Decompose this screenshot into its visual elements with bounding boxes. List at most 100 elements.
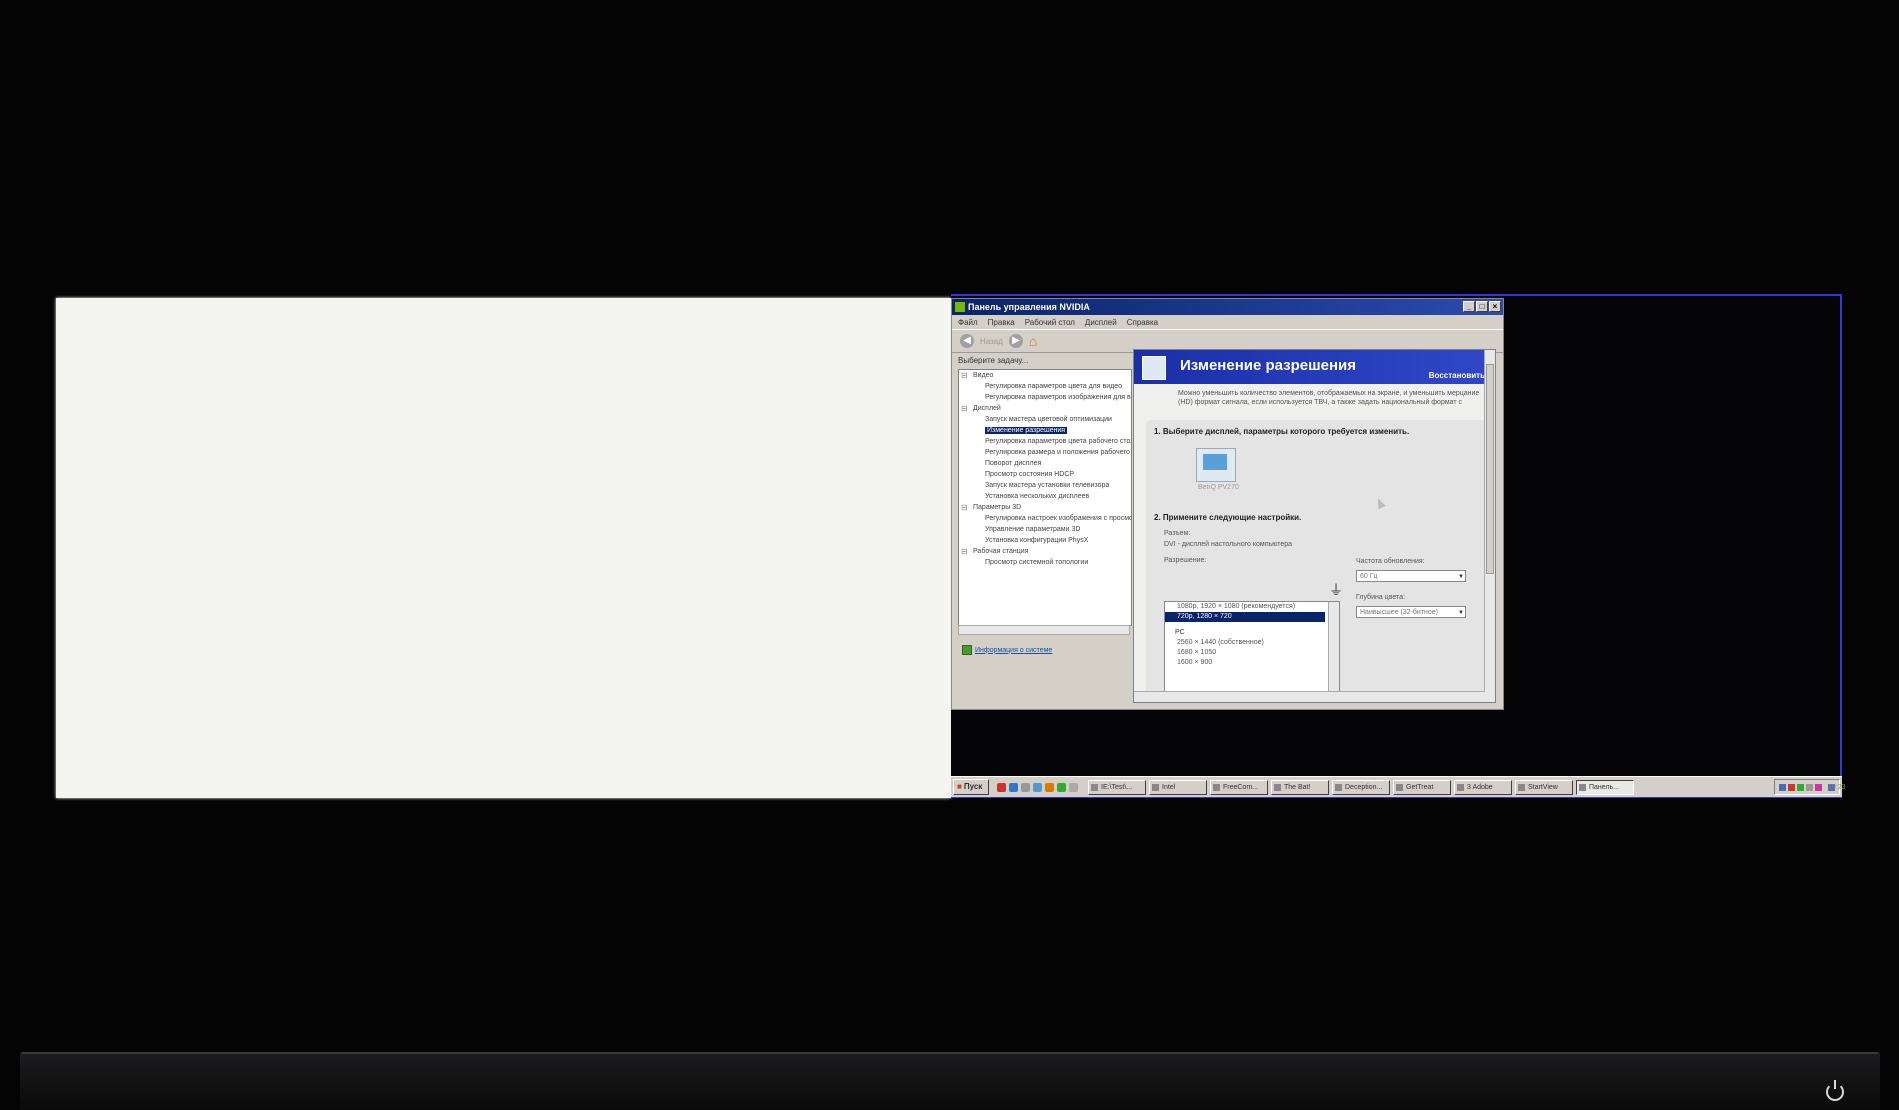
page-title: Изменение разрешения <box>1180 357 1357 374</box>
tree-item-label: Регулировка параметров цвета для видео <box>985 383 1122 390</box>
nvidia-control-panel-window: Панель управления NVIDIA _ □ × Файл Прав… <box>951 298 1504 710</box>
menu-help[interactable]: Справка <box>1127 318 1158 327</box>
menu-file[interactable]: Файл <box>958 318 978 327</box>
tree-item-label: Регулировка параметров изображения для в… <box>985 394 1132 401</box>
tree-item[interactable]: Просмотр системной топологии <box>959 557 1131 568</box>
tree-item[interactable]: Регулировка размера и положения рабочего… <box>959 447 1131 458</box>
quicklaunch-icon[interactable] <box>1033 782 1042 792</box>
step1-heading: 1. Выберите дисплей, параметры которого … <box>1154 427 1410 436</box>
tray-icon[interactable] <box>1806 783 1813 791</box>
taskbar-button[interactable]: StartView <box>1515 779 1573 795</box>
tree-item[interactable]: Поворот дисплея <box>959 458 1131 469</box>
content-header: Изменение разрешения Восстановить <box>1134 350 1495 384</box>
content-vertical-scrollbar[interactable] <box>1484 350 1495 702</box>
tree-item[interactable]: Запуск мастера установки телевизора <box>959 480 1131 491</box>
resolution-option[interactable]: 1680 × 1050 <box>1165 648 1339 658</box>
menu-display[interactable]: Дисплей <box>1085 318 1117 327</box>
tree-item[interactable]: Установка нескольких дисплеев <box>959 491 1131 502</box>
resolution-page-icon <box>1142 356 1166 380</box>
start-button[interactable]: ■ Пуск <box>953 779 989 795</box>
task-tree: Видео Регулировка параметров цвета для ви… <box>958 369 1132 626</box>
tree-item[interactable]: Регулировка параметров цвета для видео <box>959 381 1131 392</box>
taskbar-button[interactable]: Intel <box>1149 779 1207 795</box>
refresh-rate-dropdown[interactable]: 60 Гц <box>1356 570 1466 583</box>
quicklaunch-icon[interactable] <box>1057 782 1066 792</box>
tree-item[interactable]: Регулировка настроек изображения с просм… <box>959 513 1131 524</box>
tree-category[interactable]: Дисплей <box>959 403 1131 414</box>
home-icon[interactable]: ⌂ <box>1029 333 1037 349</box>
tree-item-label: Регулировка параметров цвета рабочего ст… <box>985 438 1132 445</box>
tree-category[interactable]: Рабочая станция <box>959 546 1131 557</box>
task-label: Выберите задачу... <box>958 356 1029 365</box>
settings-panel: 1. Выберите дисплей, параметры которого … <box>1146 420 1491 702</box>
connection-label: Разъем: <box>1164 530 1191 537</box>
color-depth-dropdown[interactable]: Наивысшее (32-битное) <box>1356 606 1466 619</box>
resolution-listbox[interactable]: 1080p, 1920 × 1080 (рекомендуется) 720p, … <box>1164 601 1340 699</box>
power-icon[interactable] <box>1826 1080 1844 1101</box>
tree-horizontal-scrollbar[interactable] <box>958 625 1130 635</box>
menu-edit[interactable]: Правка <box>988 318 1015 327</box>
tree-item-label: Управление параметрами 3D <box>985 526 1081 533</box>
tree-category[interactable]: Параметры 3D <box>959 502 1131 513</box>
scroll-thumb[interactable] <box>1486 364 1494 574</box>
tree-item[interactable]: Регулировка параметров изображения для в… <box>959 392 1131 403</box>
tray-icon[interactable] <box>1788 783 1795 791</box>
maximize-button[interactable]: □ <box>1476 301 1488 312</box>
tree-item[interactable]: Изменение разрешения <box>959 425 1131 436</box>
monitor-bezel <box>20 1052 1880 1110</box>
taskbar-button[interactable]: 3 Adobe <box>1454 779 1512 795</box>
system-info-label: Информация о системе <box>975 646 1053 654</box>
tree-item[interactable]: Регулировка параметров цвета рабочего ст… <box>959 436 1131 447</box>
taskbar-button[interactable]: GetTreat <box>1393 779 1451 795</box>
back-label[interactable]: Назад <box>980 337 1003 346</box>
taskbar-buttons: IE:\Test\... Intel FreeCom... The Bat! Decep… <box>1088 779 1637 795</box>
quick-launch <box>997 782 1078 792</box>
tree-item[interactable]: Управление параметрами 3D <box>959 524 1131 535</box>
resolution-option[interactable]: 1080p, 1920 × 1080 (рекомендуется) <box>1165 602 1339 612</box>
clock[interactable]: 19:23 <box>1828 783 1846 791</box>
content-pane: Изменение разрешения Восстановить Можно … <box>1133 349 1496 703</box>
resolution-list-scrollbar[interactable] <box>1328 602 1339 698</box>
tree-item-label: Установка нескольких дисплеев <box>985 493 1090 500</box>
tree-category[interactable]: Видео <box>959 370 1131 381</box>
resolution-option[interactable]: 720p, 1280 × 720 <box>1165 612 1325 622</box>
quicklaunch-icon[interactable] <box>997 782 1006 792</box>
content-horizontal-scrollbar[interactable] <box>1134 691 1485 702</box>
minimize-button[interactable]: _ <box>1463 301 1475 312</box>
connection-value: DVI - дисплей настольного компьютера <box>1164 541 1293 548</box>
resolution-group: PC <box>1175 629 1185 636</box>
quicklaunch-icon[interactable] <box>1009 782 1018 792</box>
taskbar-button[interactable]: FreeCom... <box>1210 779 1268 795</box>
task-pane: Выберите задачу... Видео Регулировка пара… <box>956 355 1132 680</box>
resolution-option[interactable]: 1600 × 900 <box>1165 658 1339 668</box>
tree-item[interactable]: Запуск мастера цветовой оптимизации <box>959 414 1131 425</box>
taskbar-button[interactable]: IE:\Test\... <box>1088 779 1146 795</box>
quicklaunch-icon[interactable] <box>1021 782 1030 792</box>
window-titlebar[interactable]: Панель управления NVIDIA _ □ × <box>952 299 1503 315</box>
quicklaunch-icon[interactable] <box>1069 782 1078 792</box>
system-info-link[interactable]: Информация о системе <box>962 645 1052 655</box>
resolution-label: Разрешение: <box>1164 557 1207 564</box>
back-arrow-icon[interactable]: ◀ <box>960 334 974 348</box>
tree-item-label: Запуск мастера цветовой оптимизации <box>985 416 1112 423</box>
tree-item-label: Установка конфигурации PhysX <box>985 537 1089 544</box>
tray-icon[interactable] <box>1815 783 1822 791</box>
tray-icon[interactable] <box>1779 783 1786 791</box>
tree-item[interactable]: Установка конфигурации PhysX <box>959 535 1131 546</box>
taskbar-button[interactable]: Deception... <box>1332 779 1390 795</box>
connector-plug-icon: ⏚ <box>1329 582 1343 598</box>
menu-desktop[interactable]: Рабочий стол <box>1025 318 1075 327</box>
taskbar-button[interactable]: The Bat! <box>1271 779 1329 795</box>
color-depth-label: Глубина цвета: <box>1356 594 1405 601</box>
forward-arrow-icon[interactable]: ▶ <box>1008 334 1023 348</box>
tree-item-label: Дисплей <box>973 405 1001 412</box>
restore-link[interactable]: Восстановить <box>1429 371 1485 380</box>
tray-icon[interactable] <box>1797 783 1804 791</box>
monitor-icon[interactable] <box>1196 448 1236 482</box>
close-button[interactable]: × <box>1489 301 1501 312</box>
resolution-option[interactable]: 2560 × 1440 (собственное) <box>1165 638 1339 648</box>
quicklaunch-icon[interactable] <box>1045 782 1054 792</box>
tree-item[interactable]: Просмотр состояния HDCP <box>959 469 1131 480</box>
taskbar-button[interactable]: Панель... <box>1576 779 1634 795</box>
menubar: Файл Правка Рабочий стол Дисплей Справка <box>952 315 1503 329</box>
